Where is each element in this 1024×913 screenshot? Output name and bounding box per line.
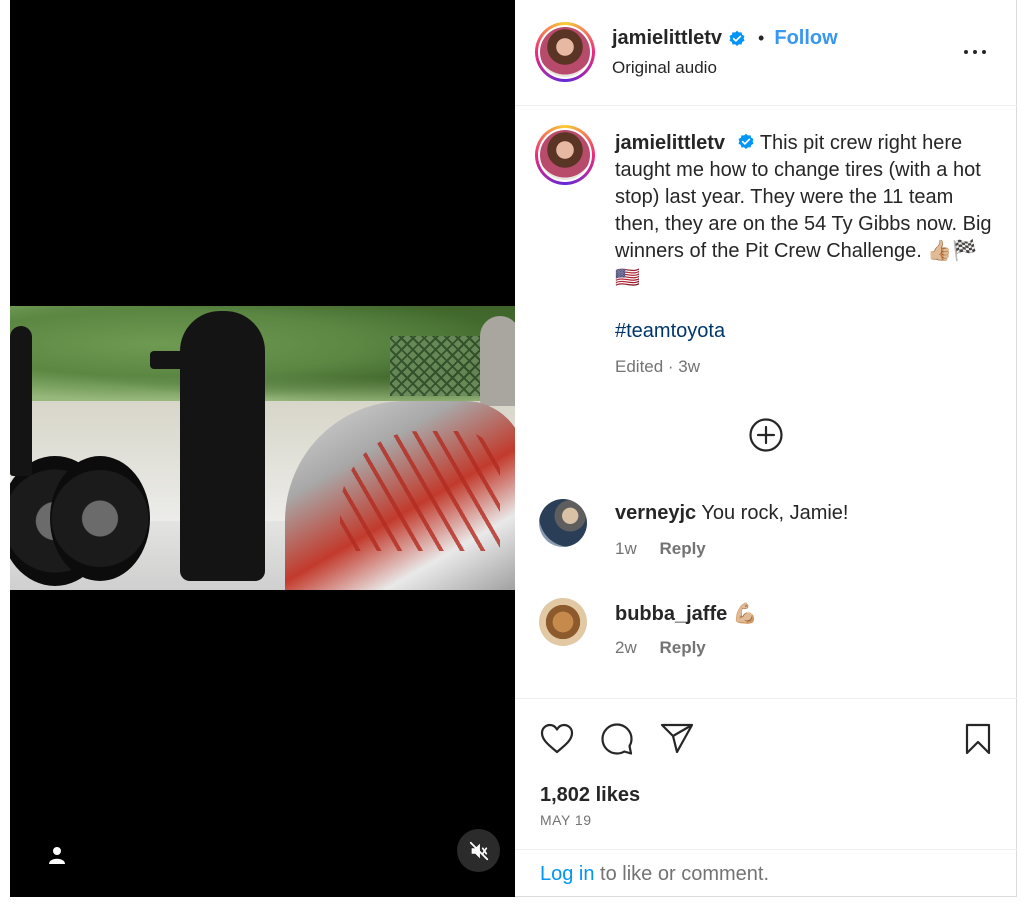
mute-toggle-button[interactable] xyxy=(457,829,500,872)
caption-author-avatar[interactable] xyxy=(535,125,595,185)
like-heart-icon[interactable] xyxy=(537,719,577,759)
login-link[interactable]: Log in xyxy=(540,863,595,885)
commenter-avatar[interactable] xyxy=(539,598,587,646)
post-details-panel: jamielittletv • Follow Original audio ja… xyxy=(515,0,1017,897)
author-username[interactable]: jamielittletv xyxy=(612,27,722,50)
comment-age: 2w xyxy=(615,638,637,657)
video-frame xyxy=(10,306,515,590)
commenter-username[interactable]: verneyjc xyxy=(615,502,696,524)
post-caption: jamielittletv This pit crew right here t… xyxy=(615,130,995,292)
share-icon[interactable] xyxy=(657,719,697,759)
comment-bubble-icon[interactable] xyxy=(597,719,637,759)
commenter-username[interactable]: bubba_jaffe xyxy=(615,603,727,625)
more-options-icon[interactable] xyxy=(958,38,992,66)
likes-count[interactable]: 1,802 likes xyxy=(540,784,640,807)
verified-badge-icon xyxy=(728,30,746,48)
save-bookmark-icon[interactable] xyxy=(958,719,998,759)
post-date: MAY 19 xyxy=(540,812,592,828)
reply-button[interactable]: Reply xyxy=(659,539,705,558)
verified-badge-icon xyxy=(737,133,755,151)
hashtag-link[interactable]: #teamtoyota xyxy=(615,320,725,343)
post-header: jamielittletv • Follow Original audio xyxy=(515,0,1017,106)
edited-timestamp: Edited · 3w xyxy=(615,357,701,376)
user-tag-icon[interactable] xyxy=(40,838,74,872)
login-prompt: Log in to like or comment. xyxy=(515,849,1017,897)
caption-text: This pit crew right here taught me how t… xyxy=(615,132,992,289)
add-comment-icon[interactable] xyxy=(748,417,784,453)
comment-text: 💪🏼 xyxy=(732,603,758,625)
post-actions-bar xyxy=(515,698,1017,755)
login-prompt-text: to like or comment. xyxy=(594,863,770,885)
follow-button[interactable]: Follow xyxy=(774,27,837,50)
author-avatar[interactable] xyxy=(535,22,595,82)
comment-age: 1w xyxy=(615,539,637,558)
muted-audio-icon xyxy=(469,841,488,860)
separator-dot: • xyxy=(758,28,765,48)
commenter-avatar[interactable] xyxy=(539,499,587,547)
comment-text: You rock, Jamie! xyxy=(701,502,849,524)
video-player[interactable] xyxy=(10,0,515,897)
reply-button[interactable]: Reply xyxy=(659,638,705,657)
caption-author-username[interactable]: jamielittletv xyxy=(615,132,725,154)
audio-label[interactable]: Original audio xyxy=(612,58,717,78)
